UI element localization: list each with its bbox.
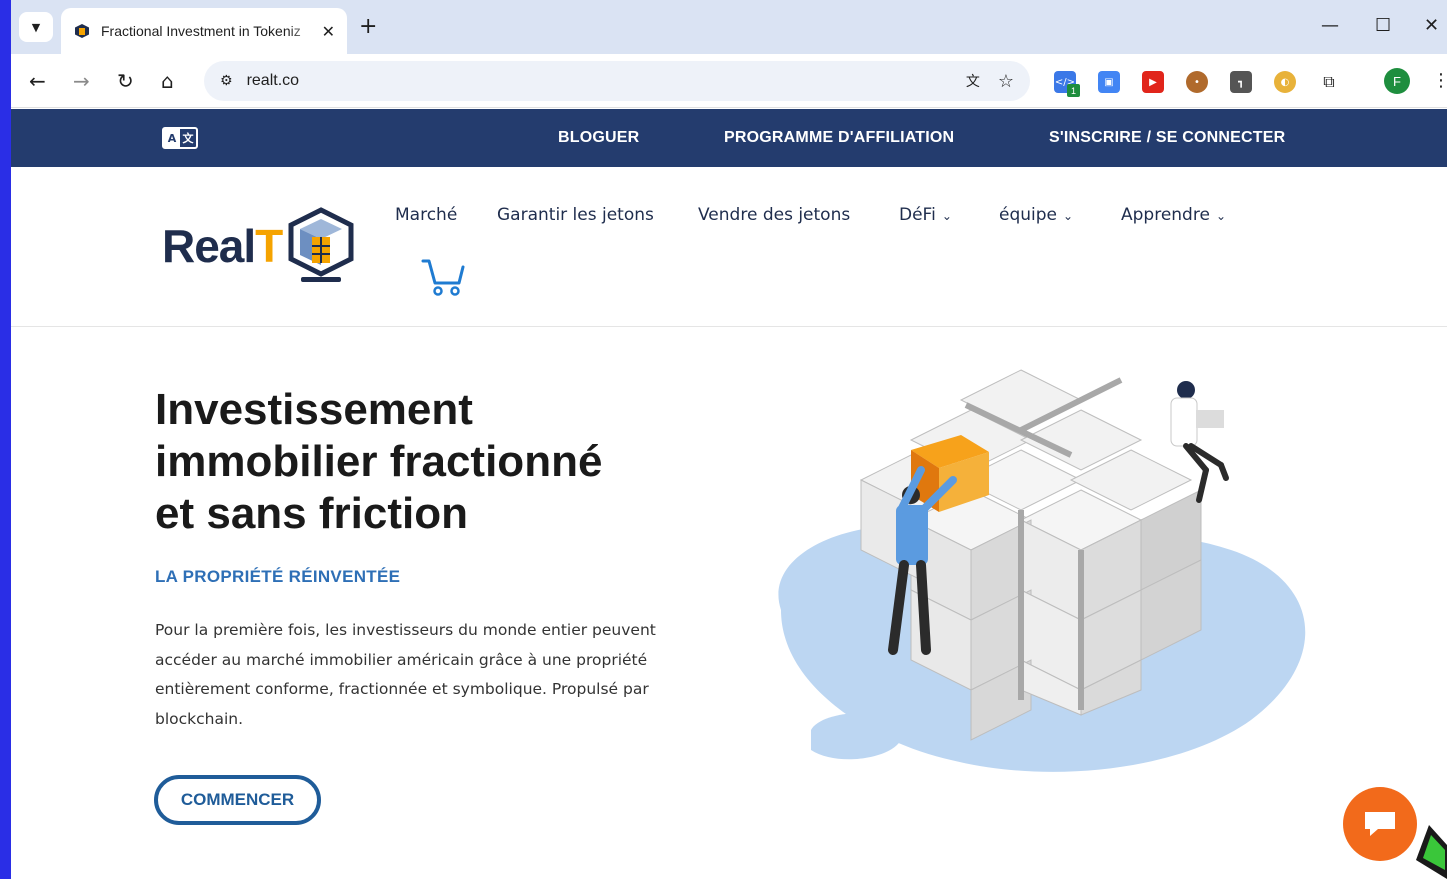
home-icon[interactable]: ⌂ [161, 69, 174, 93]
cart-icon[interactable] [421, 257, 465, 297]
commencer-button[interactable]: COMMENCER [154, 775, 321, 825]
extension-cookie-icon[interactable]: • [1186, 71, 1208, 93]
logo-text: RealT [162, 220, 283, 272]
translate-page-icon[interactable]: 文 [966, 71, 980, 91]
language-translate-icon[interactable]: A 文 [162, 127, 198, 149]
extensions-puzzle-icon[interactable]: ⧉ [1318, 71, 1340, 93]
chevron-down-icon: ⌄ [1215, 209, 1226, 223]
tab-strip: ▼ Fractional Investment in Tokeniz ✕ + —… [11, 0, 1447, 54]
browser-window: ▼ Fractional Investment in Tokeniz ✕ + —… [11, 0, 1447, 879]
more-menu-icon[interactable]: ⋮ [1432, 69, 1447, 93]
forward-arrow-icon[interactable]: → [73, 69, 90, 93]
tab-close-icon[interactable]: ✕ [322, 22, 335, 41]
signin-link[interactable]: S'INSCRIRE / SE CONNECTER [1049, 129, 1285, 147]
extension-video-icon[interactable]: ▶ [1142, 71, 1164, 93]
site-topbar: A 文 BLOGUER PROGRAMME D'AFFILIATION S'IN… [11, 109, 1447, 167]
hero-description: Pour la première fois, les investisseurs… [155, 621, 656, 728]
chevron-down-icon: ▼ [31, 20, 41, 34]
bookmark-star-icon[interactable]: ☆ [998, 71, 1014, 92]
chat-bubble-icon [1365, 812, 1395, 836]
new-tab-button[interactable]: + [359, 14, 377, 40]
realt-logo[interactable]: RealT [162, 207, 354, 285]
menu-item-defi[interactable]: DéFi ⌄ [899, 205, 952, 225]
favicon-icon [73, 22, 91, 40]
menu-item-garantir[interactable]: Garantir les jetons [497, 205, 654, 225]
menu-item-vendre[interactable]: Vendre des jetons [698, 205, 850, 225]
site-settings-icon[interactable]: ⚙ [220, 73, 233, 89]
tab-search-button[interactable]: ▼ [19, 12, 53, 42]
menu-item-equipe[interactable]: équipe ⌄ [999, 205, 1073, 225]
tab-active[interactable]: Fractional Investment in Tokeniz ✕ [61, 8, 347, 54]
browser-toolbar: ← → ↻ ⌂ ⚙ realt.co 文 ☆ </> 1 ▣ ▶ • ┓ ◐ ⧉… [11, 54, 1447, 108]
profile-avatar[interactable]: F [1384, 68, 1410, 94]
menu-item-marche[interactable]: Marché [395, 205, 457, 225]
chevron-down-icon: ⌄ [941, 209, 952, 223]
hero-title: Investissement immobilier fractionné et … [155, 385, 603, 538]
extension-tab-icon[interactable]: ▣ [1098, 71, 1120, 93]
chevron-down-icon: ⌄ [1063, 209, 1074, 223]
back-arrow-icon[interactable]: ← [29, 69, 46, 93]
corner-decoration-icon [1416, 825, 1447, 879]
site-header: RealT Marché Garantir les jetons Vendre … [11, 167, 1447, 327]
reload-icon[interactable]: ↻ [117, 69, 134, 93]
address-bar[interactable]: ⚙ realt.co 文 ☆ [204, 61, 1030, 101]
maximize-icon[interactable]: ☐ [1375, 14, 1391, 38]
menu-item-apprendre[interactable]: Apprendre ⌄ [1121, 205, 1226, 225]
hero-subtitle: LA PROPRIÉTÉ RÉINVENTÉE [155, 567, 401, 586]
minimize-icon[interactable]: — [1321, 14, 1339, 38]
hero-illustration [778, 369, 1306, 772]
close-window-icon[interactable]: ✕ [1424, 14, 1439, 38]
extension-circle-icon[interactable]: ◐ [1274, 71, 1296, 93]
blog-link[interactable]: BLOGUER [558, 129, 639, 147]
tab-title: Fractional Investment in Tokeniz [101, 23, 301, 39]
logo-cube-icon [288, 207, 354, 282]
affiliate-link[interactable]: PROGRAMME D'AFFILIATION [724, 129, 954, 147]
extension-tool-icon[interactable]: ┓ [1230, 71, 1252, 93]
chat-widget-button[interactable] [1343, 787, 1417, 861]
url-text: realt.co [246, 72, 300, 89]
extension-badge: 1 [1067, 84, 1080, 97]
